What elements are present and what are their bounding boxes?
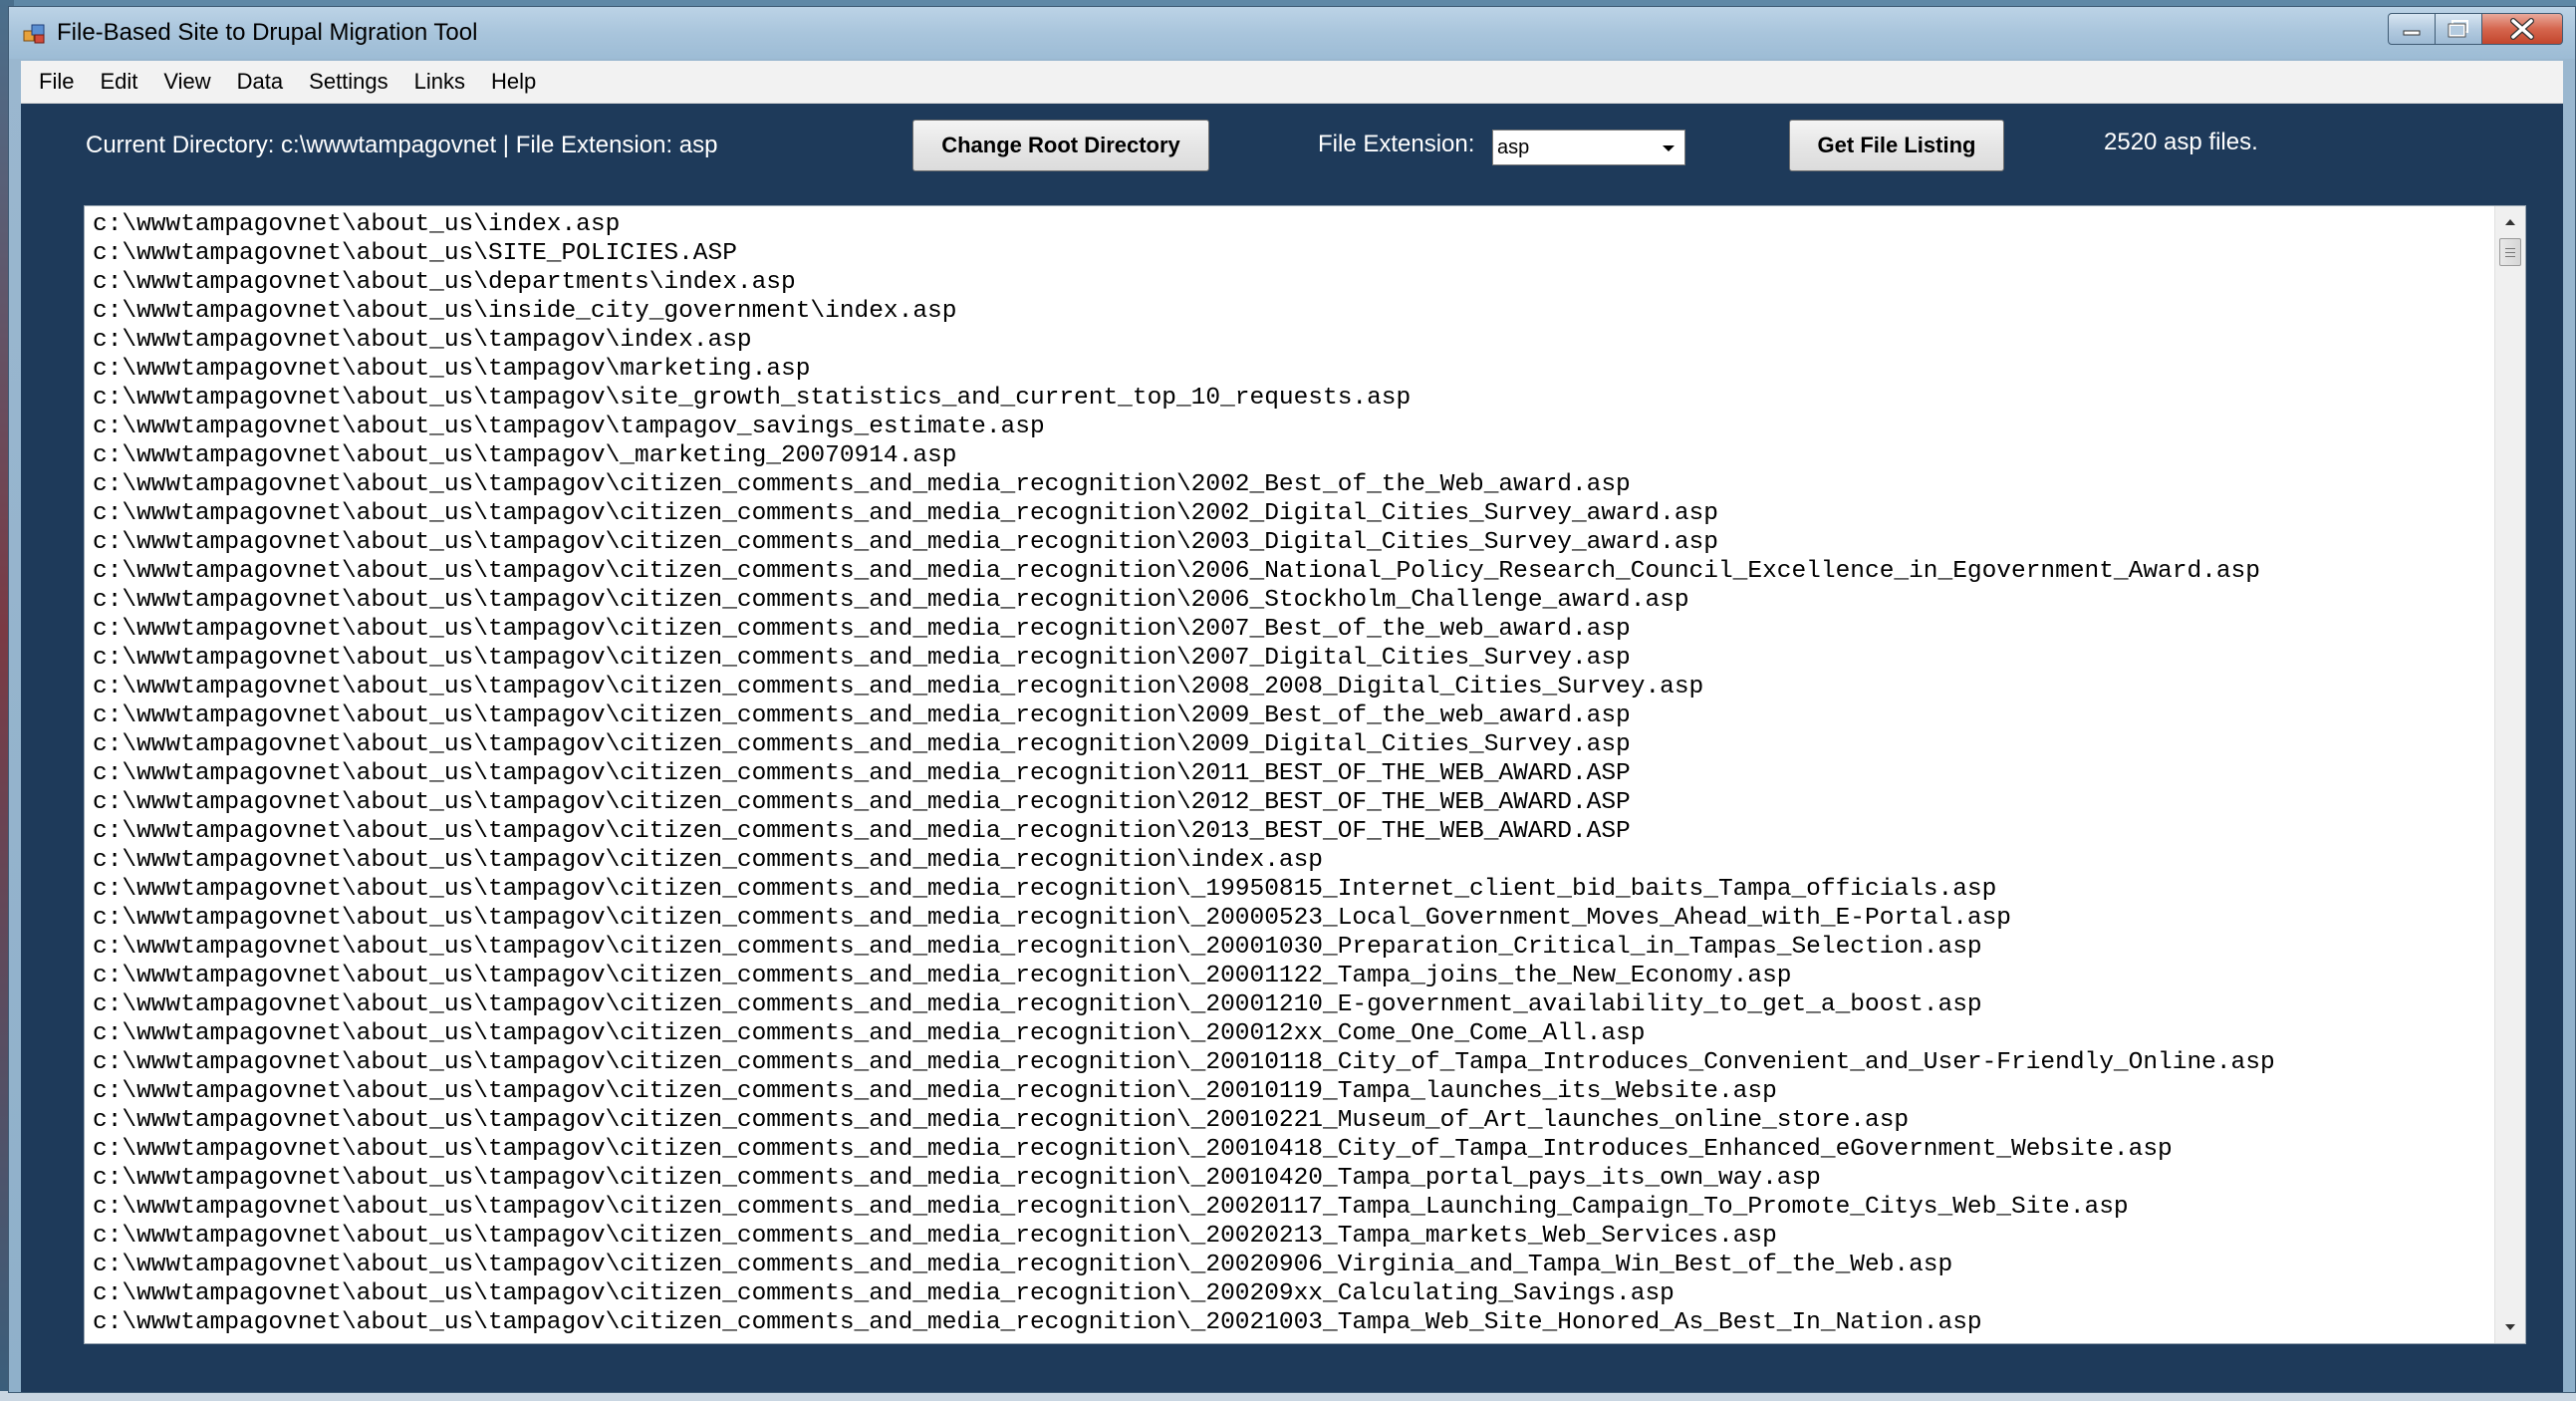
menu-links[interactable]: Links [401,61,478,103]
file-list-item[interactable]: c:\wwwtampagovnet\about_us\tampagov\inde… [93,326,2483,355]
file-list-item[interactable]: c:\wwwtampagovnet\about_us\tampagov\citi… [93,1019,2483,1048]
menu-data[interactable]: Data [224,61,296,103]
current-directory-status: Current Directory: c:\wwwtampagovnet | F… [86,132,718,158]
file-list-item[interactable]: c:\wwwtampagovnet\about_us\tampagov\citi… [93,1222,2483,1251]
file-list-item[interactable]: c:\wwwtampagovnet\about_us\tampagov\citi… [93,788,2483,817]
maximize-icon [2447,20,2468,38]
menu-edit[interactable]: Edit [87,61,150,103]
file-list-item[interactable]: c:\wwwtampagovnet\about_us\tampagov\citi… [93,817,2483,846]
file-listing-box[interactable]: c:\wwwtampagovnet\about_us\index.asp c:\w… [84,205,2526,1344]
file-list-item[interactable]: c:\wwwtampagovnet\about_us\tampagov\citi… [93,1251,2483,1279]
close-icon [2510,18,2534,40]
menu-bar: File Edit View Data Settings Links Help [21,61,2563,104]
file-list-item[interactable]: c:\wwwtampagovnet\about_us\SITE_POLICIES… [93,239,2483,268]
close-button[interactable] [2481,13,2563,45]
file-list-item[interactable]: c:\wwwtampagovnet\about_us\tampagov\site… [93,384,2483,413]
minimize-button[interactable] [2388,13,2436,45]
file-list-item[interactable]: c:\wwwtampagovnet\about_us\departments\i… [93,268,2483,297]
file-list-item[interactable]: c:\wwwtampagovnet\about_us\tampagov\citi… [93,1135,2483,1164]
file-list-item[interactable]: c:\wwwtampagovnet\about_us\tampagov\citi… [93,499,2483,528]
file-list-item[interactable]: c:\wwwtampagovnet\about_us\tampagov\citi… [93,673,2483,701]
file-list-item[interactable]: c:\wwwtampagovnet\about_us\tampagov\citi… [93,644,2483,673]
file-list-item[interactable]: c:\wwwtampagovnet\about_us\tampagov\citi… [93,846,2483,875]
file-list-item[interactable]: c:\wwwtampagovnet\about_us\tampagov\citi… [93,875,2483,904]
file-list-item[interactable]: c:\wwwtampagovnet\about_us\tampagov\citi… [93,1106,2483,1135]
file-list-item[interactable]: c:\wwwtampagovnet\about_us\tampagov\citi… [93,557,2483,586]
file-list-item[interactable]: c:\wwwtampagovnet\about_us\tampagov\citi… [93,1164,2483,1193]
change-root-directory-button[interactable]: Change Root Directory [912,120,1209,171]
file-extension-select[interactable]: asp [1492,130,1685,165]
file-list-item[interactable]: c:\wwwtampagovnet\about_us\tampagov\citi… [93,730,2483,759]
get-file-listing-button[interactable]: Get File Listing [1789,120,2004,171]
file-list-item[interactable]: c:\wwwtampagovnet\about_us\inside_city_g… [93,297,2483,326]
window-title: File-Based Site to Drupal Migration Tool [57,19,478,46]
scroll-up-icon [2505,219,2515,225]
file-list-item[interactable]: c:\wwwtampagovnet\about_us\tampagov\citi… [93,962,2483,990]
file-list-item[interactable]: c:\wwwtampagovnet\about_us\tampagov\tamp… [93,413,2483,441]
file-list-item[interactable]: c:\wwwtampagovnet\about_us\tampagov\citi… [93,528,2483,557]
file-list-item[interactable]: c:\wwwtampagovnet\about_us\tampagov\citi… [93,701,2483,730]
maximize-button[interactable] [2435,13,2482,45]
file-extension-value: asp [1497,137,1530,158]
title-bar[interactable]: File-Based Site to Drupal Migration Tool [9,7,2575,59]
menu-settings[interactable]: Settings [296,61,401,103]
file-list-item[interactable]: c:\wwwtampagovnet\about_us\tampagov\citi… [93,1077,2483,1106]
file-extension-label: File Extension: [1318,131,1475,157]
file-count-text: 2520 asp files. [2104,129,2258,155]
file-list-item[interactable]: c:\wwwtampagovnet\about_us\tampagov\citi… [93,1279,2483,1308]
file-list-item[interactable]: c:\wwwtampagovnet\about_us\tampagov\citi… [93,470,2483,499]
menu-view[interactable]: View [150,61,223,103]
file-list-item[interactable]: c:\wwwtampagovnet\about_us\tampagov\citi… [93,933,2483,962]
app-icon [23,24,45,44]
file-list: c:\wwwtampagovnet\about_us\index.asp c:\w… [93,210,2483,1337]
file-list-item[interactable]: c:\wwwtampagovnet\about_us\tampagov\citi… [93,1308,2483,1337]
file-list-item[interactable]: c:\wwwtampagovnet\about_us\tampagov\citi… [93,615,2483,644]
file-list-item[interactable]: c:\wwwtampagovnet\about_us\tampagov\citi… [93,586,2483,615]
scroll-thumb[interactable] [2499,238,2521,266]
dropdown-arrow-icon [1659,139,1678,158]
file-list-item[interactable]: c:\wwwtampagovnet\about_us\index.asp [93,210,2483,239]
caption-buttons [2388,13,2563,49]
file-list-item[interactable]: c:\wwwtampagovnet\about_us\tampagov\citi… [93,1193,2483,1222]
file-list-item[interactable]: c:\wwwtampagovnet\about_us\tampagov\citi… [93,990,2483,1019]
scroll-down-icon [2505,1324,2515,1330]
scroll-down-button[interactable] [2495,1315,2525,1339]
menu-help[interactable]: Help [478,61,549,103]
file-list-item[interactable]: c:\wwwtampagovnet\about_us\tampagov\citi… [93,1048,2483,1077]
scroll-up-button[interactable] [2495,210,2525,234]
file-list-item[interactable]: c:\wwwtampagovnet\about_us\tampagov\mark… [93,355,2483,384]
menu-file[interactable]: File [21,61,87,103]
file-list-item[interactable]: c:\wwwtampagovnet\about_us\tampagov\citi… [93,759,2483,788]
file-list-item[interactable]: c:\wwwtampagovnet\about_us\tampagov\citi… [93,904,2483,933]
minimize-icon [2403,30,2421,36]
vertical-scrollbar[interactable] [2494,206,2525,1343]
file-list-item[interactable]: c:\wwwtampagovnet\about_us\tampagov\_mar… [93,441,2483,470]
